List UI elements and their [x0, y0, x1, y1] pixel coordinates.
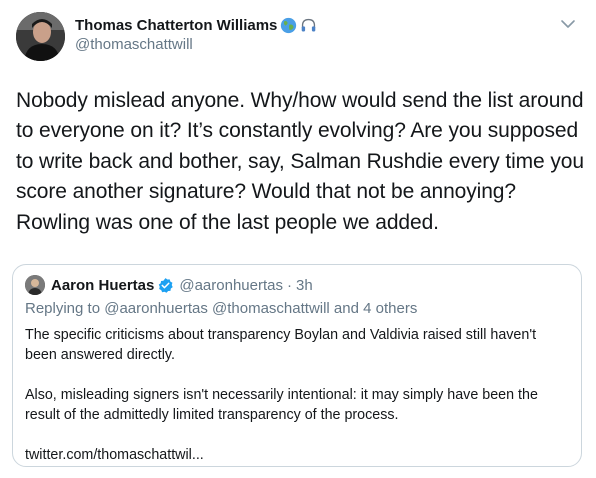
separator-dot: · — [286, 276, 292, 294]
tweet[interactable]: Thomas Chatterton Williams @thomaschattw… — [0, 0, 596, 478]
quoted-tweet[interactable]: Aaron Huertas @aaronhuertas · 3h Replyin… — [12, 264, 582, 467]
headphones-icon — [300, 17, 317, 34]
replying-to: Replying to @aaronhuertas @thomaschattwi… — [25, 300, 418, 317]
tweet-text: Nobody mislead anyone. Why/how would sen… — [16, 89, 584, 234]
quoted-tweet-time: 3h — [295, 276, 313, 294]
tweet-header: Thomas Chatterton Williams @thomaschattw… — [16, 12, 580, 62]
quoted-author-handle: @aaronhuertas — [179, 276, 283, 294]
author-handle[interactable]: @thomaschattwill — [75, 36, 317, 53]
quoted-paragraph-1: The specific criticisms about transparen… — [25, 327, 537, 363]
author-avatar[interactable] — [16, 12, 65, 61]
quoted-tweet-header: Aaron Huertas @aaronhuertas · 3h — [25, 275, 569, 295]
verified-badge-icon — [157, 277, 174, 294]
quoted-tweet-link[interactable]: twitter.com/thomaschattwil... — [25, 445, 569, 465]
quoted-tweet-text: The specific criticisms about transparen… — [25, 325, 569, 425]
globe-icon — [280, 17, 297, 34]
author-names: Thomas Chatterton Williams @thomaschattw… — [75, 12, 317, 53]
quoted-author-avatar — [25, 275, 45, 295]
quoted-paragraph-2: Also, misleading signers isn't necessari… — [25, 387, 538, 423]
author-display-name[interactable]: Thomas Chatterton Williams — [75, 17, 277, 34]
chevron-down-icon[interactable] — [558, 14, 578, 34]
quoted-author-display-name: Aaron Huertas — [51, 276, 155, 294]
